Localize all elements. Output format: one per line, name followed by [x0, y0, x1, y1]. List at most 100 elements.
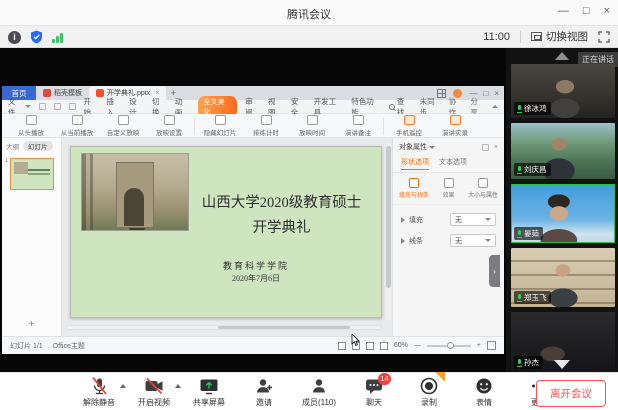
participant-name-chip: 徐冰鸿 — [514, 102, 551, 115]
video-tile[interactable]: 徐冰鸿 — [511, 64, 615, 118]
share-screen-button[interactable]: 共享屏幕 — [186, 376, 232, 408]
slide-number: 1 — [5, 158, 8, 190]
app-title: 腾讯会议 — [0, 6, 618, 22]
ribbon-show-time[interactable]: 放映时间 — [291, 115, 333, 137]
ribbon-show-settings[interactable]: 放映设置 — [148, 115, 190, 137]
chat-button[interactable]: 14 聊天 — [351, 376, 397, 408]
save-icon[interactable] — [39, 103, 46, 110]
fit-screen-icon[interactable] — [487, 341, 496, 350]
leave-meeting-button[interactable]: 离开会议 — [536, 380, 606, 407]
start-video-button[interactable]: 开启视频 — [131, 376, 177, 408]
text-options-tab[interactable]: 文本选项 — [439, 157, 467, 170]
panel-collapse-handle[interactable]: › — [489, 255, 500, 287]
expand-arrow-icon[interactable] — [401, 238, 405, 244]
chevron-down-icon[interactable] — [429, 146, 435, 149]
horizontal-scrollbar[interactable] — [66, 325, 382, 330]
video-options-caret[interactable] — [175, 384, 181, 388]
invite-label: 邀请 — [256, 397, 272, 408]
slide-date[interactable]: 2020年7月6日 — [161, 273, 351, 284]
zoom-in-button[interactable]: + — [477, 342, 481, 349]
video-tile[interactable]: 郑玉飞 — [511, 248, 615, 307]
members-button[interactable]: 成员(110) — [296, 376, 342, 408]
effects-icon — [444, 178, 454, 188]
record-button[interactable]: 录制 — [406, 376, 452, 408]
ribbon-phone-remote[interactable]: 手机遥控 — [388, 115, 430, 137]
line-value: 无 — [455, 236, 462, 246]
collapse-ribbon-icon[interactable] — [492, 105, 498, 108]
slide-page[interactable]: 山西大学2020级教育硕士 开学典礼 教育科学学院 2020年7月6日 — [70, 146, 382, 318]
add-slide-button[interactable]: + — [2, 319, 61, 330]
docer-icon — [43, 89, 51, 97]
slide-title[interactable]: 山西大学2020级教育硕士 开学典礼 — [186, 191, 377, 240]
meeting-info-icon[interactable]: i — [8, 31, 21, 44]
slide-page-indicator: 幻灯片 1/1 — [10, 341, 43, 351]
invite-button[interactable]: 邀请 — [241, 376, 287, 408]
slide-thumbnail[interactable] — [10, 158, 54, 190]
zoom-out-button[interactable]: — — [414, 342, 421, 349]
security-shield-icon[interactable] — [30, 30, 43, 44]
mic-options-caret[interactable] — [120, 384, 126, 388]
redo-icon[interactable] — [69, 103, 76, 110]
size-properties-group[interactable]: 大小与属性 — [468, 178, 498, 199]
chevron-down-icon — [485, 239, 491, 242]
panel-close-icon[interactable]: × — [494, 144, 498, 151]
undo-icon[interactable] — [54, 103, 61, 110]
fullscreen-icon[interactable] — [598, 31, 610, 43]
university-gate-photo — [81, 153, 189, 231]
shape-options-tab[interactable]: 形状选项 — [401, 157, 429, 170]
network-signal-icon — [52, 32, 63, 43]
vertical-scrollbar[interactable] — [386, 142, 391, 320]
show-time-icon — [307, 115, 318, 125]
switch-view-button[interactable]: 切换视图 — [531, 29, 588, 44]
show-settings-icon — [164, 115, 175, 125]
expand-arrow-icon[interactable] — [401, 217, 405, 223]
reading-view-icon[interactable] — [366, 342, 374, 350]
ribbon-custom-show[interactable]: 自定义放映 — [102, 115, 144, 137]
zoom-slider[interactable] — [427, 345, 471, 347]
speaker-notes-icon — [353, 115, 364, 125]
minimize-button[interactable]: — — [558, 5, 569, 17]
ribbon-rehearse-timing[interactable]: 排练计时 — [245, 115, 287, 137]
divider — [520, 31, 521, 43]
video-tile-speaking[interactable]: 晏茹 — [511, 184, 615, 243]
outline-tab[interactable]: 大纲 — [6, 141, 19, 151]
participant-name: 刘庆昌 — [524, 164, 547, 175]
line-select[interactable]: 无 — [450, 234, 496, 247]
pin-panel-icon[interactable] — [482, 144, 489, 151]
video-tile[interactable]: 刘庆昌 — [511, 123, 615, 179]
maximize-button[interactable]: □ — [583, 5, 590, 17]
slide-title-line2: 开学典礼 — [186, 216, 377, 241]
emoji-button[interactable]: 表情 — [461, 376, 507, 408]
slides-tab[interactable]: 幻灯片 — [23, 141, 53, 151]
slide-subtitle[interactable]: 教育科学学院 — [161, 259, 351, 272]
phone-remote-icon — [404, 115, 415, 125]
ribbon-speech-record[interactable]: 演讲实录 — [434, 115, 476, 137]
slideshow-view-icon[interactable] — [380, 342, 388, 350]
start-video-label: 开启视频 — [138, 397, 170, 408]
wps-menubar: 文件 开始 插入 设计 切换 动画 全文美化 审阅 视图 安全 开发工具 特色功… — [2, 100, 504, 114]
members-icon — [309, 376, 329, 396]
ribbon-play-from-current[interactable]: 从当前播放 — [56, 115, 98, 137]
unmute-button[interactable]: 解除静音 — [76, 376, 122, 408]
fill-select[interactable]: 无 — [450, 213, 496, 226]
wps-docer-tab[interactable]: 稻壳模板 — [36, 86, 89, 100]
mic-on-icon — [517, 359, 522, 367]
participant-name: 孙杰 — [524, 357, 539, 368]
normal-view-icon[interactable] — [338, 342, 346, 350]
zoom-slider-knob[interactable] — [447, 342, 454, 349]
participant-name: 徐冰鸿 — [524, 103, 547, 114]
scroll-down-button[interactable] — [554, 360, 570, 369]
ribbon-hide-slide[interactable]: 隐藏幻灯片 — [199, 115, 241, 137]
record-icon — [419, 376, 439, 396]
invite-person-icon — [254, 376, 274, 396]
participant-name: 郑玉飞 — [524, 292, 547, 303]
screen-share-stage: 首页 稻壳模板 开学典礼.pptx × + — □ × — [0, 48, 618, 372]
fill-line-group[interactable]: 填充与线条 — [399, 178, 429, 199]
size-properties-icon — [478, 178, 488, 188]
ribbon-speaker-notes[interactable]: 演讲备注 — [337, 115, 379, 137]
effects-group[interactable]: 效果 — [435, 178, 462, 199]
close-button[interactable]: × — [604, 5, 610, 17]
chat-unread-badge: 14 — [378, 373, 391, 385]
ribbon-play-from-start[interactable]: 从头播放 — [10, 115, 52, 137]
fill-value: 无 — [455, 215, 462, 225]
